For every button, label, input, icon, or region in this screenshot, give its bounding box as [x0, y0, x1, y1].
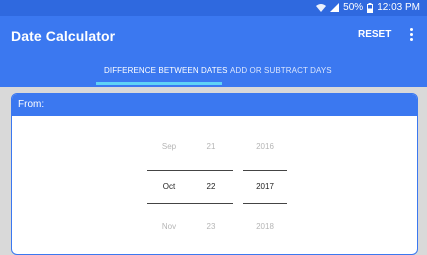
year-picker[interactable]: 2016 2017 2018 [243, 94, 287, 254]
year-divider-bottom [243, 203, 287, 204]
tab-add-or-subtract-days[interactable]: ADD OR SUBTRACT DAYS [230, 66, 332, 75]
month-prev[interactable]: Sep [147, 142, 191, 151]
day-prev[interactable]: 21 [189, 142, 233, 151]
year-next[interactable]: 2018 [243, 222, 287, 231]
wifi-icon [316, 4, 327, 12]
day-divider-bottom [189, 203, 233, 204]
tab-difference-between-dates[interactable]: DIFFERENCE BETWEEN DATES [104, 66, 228, 75]
more-vert-icon[interactable] [404, 26, 418, 44]
year-selected[interactable]: 2017 [243, 182, 287, 191]
reset-button[interactable]: RESET [354, 29, 395, 40]
day-next[interactable]: 23 [189, 222, 233, 231]
month-divider-top [147, 170, 191, 171]
app-title: Date Calculator [11, 28, 116, 44]
status-time: 12:03 PM [377, 2, 420, 13]
day-picker[interactable]: 21 22 23 [189, 94, 233, 254]
day-divider-top [189, 170, 233, 171]
day-selected[interactable]: 22 [189, 182, 233, 191]
month-selected[interactable]: Oct [147, 182, 191, 191]
app-bar: Date Calculator RESET DIFFERENCE BETWEEN… [0, 16, 427, 87]
from-card: From: Sep Oct Nov 21 22 23 2016 2017 201… [11, 93, 418, 255]
signal-icon [330, 3, 340, 12]
battery-percent: 50% [343, 2, 364, 13]
battery-icon [367, 2, 374, 13]
status-bar: 50% 12:03 PM [0, 0, 427, 16]
tab-indicator [96, 82, 222, 85]
year-prev[interactable]: 2016 [243, 142, 287, 151]
month-picker[interactable]: Sep Oct Nov [147, 94, 191, 254]
month-next[interactable]: Nov [147, 222, 191, 231]
month-divider-bottom [147, 203, 191, 204]
year-divider-top [243, 170, 287, 171]
